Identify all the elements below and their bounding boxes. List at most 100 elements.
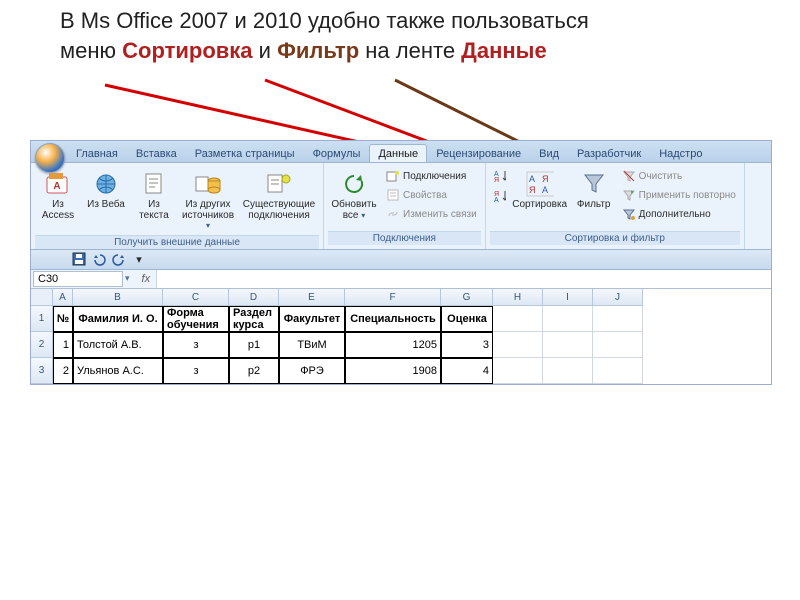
cell[interactable]	[543, 306, 593, 332]
other-sources-icon	[194, 170, 222, 198]
cell[interactable]: 4	[441, 358, 493, 384]
cell[interactable]	[493, 306, 543, 332]
properties-button[interactable]: Свойства	[382, 186, 481, 204]
cell[interactable]: Форма обучения	[163, 306, 229, 332]
col-header-F[interactable]: F	[345, 289, 441, 306]
ribbon-tab-6[interactable]: Вид	[530, 144, 568, 162]
select-all-corner[interactable]	[31, 289, 53, 306]
namebox-dropdown-icon[interactable]: ▾	[125, 273, 136, 284]
cell[interactable]	[543, 358, 593, 384]
cell[interactable]	[593, 306, 643, 332]
sort-za-icon: ЯА	[492, 189, 506, 203]
filter-button[interactable]: Фильтр	[572, 167, 616, 212]
qat-dropdown-icon[interactable]: ▾	[131, 251, 147, 267]
cell[interactable]	[593, 332, 643, 358]
cell[interactable]: 3	[441, 332, 493, 358]
advanced-icon	[622, 207, 636, 221]
funnel-icon	[580, 170, 608, 198]
cell[interactable]: 1908	[345, 358, 441, 384]
ribbon-tab-3[interactable]: Формулы	[304, 144, 370, 162]
group-getdata-label: Получить внешние данные	[35, 235, 319, 249]
ribbon-tab-7[interactable]: Разработчик	[568, 144, 650, 162]
sort-za-button[interactable]: ЯА	[490, 187, 508, 205]
row-header[interactable]: 2	[31, 332, 53, 358]
advanced-filter-button[interactable]: Дополнительно	[618, 205, 740, 223]
col-header-A[interactable]: A	[53, 289, 73, 306]
cell[interactable]: р1	[229, 332, 279, 358]
ribbon-tab-5[interactable]: Рецензирование	[427, 144, 530, 162]
cell[interactable]: Специальность	[345, 306, 441, 332]
sort-button[interactable]: АЯЯА Сортировка	[510, 167, 570, 212]
clear-icon	[622, 169, 636, 183]
refresh-all-button[interactable]: Обновить все ▾	[328, 167, 380, 222]
redo-icon[interactable]	[111, 251, 127, 267]
connections-button[interactable]: Подключения	[382, 167, 481, 185]
ribbon-tab-1[interactable]: Вставка	[127, 144, 186, 162]
reapply-filter-button[interactable]: Применить повторно	[618, 186, 740, 204]
slide-caption: В Ms Office 2007 и 2010 удобно также пол…	[60, 6, 760, 65]
from-other-button[interactable]: Из других источников ▾	[179, 167, 237, 233]
sort-az-button[interactable]: АЯ	[490, 167, 508, 185]
connections-icon	[386, 169, 400, 183]
clear-filter-button[interactable]: Очистить	[618, 167, 740, 185]
row-header[interactable]: 1	[31, 306, 53, 332]
col-header-E[interactable]: E	[279, 289, 345, 306]
edit-links-button[interactable]: Изменить связи	[382, 205, 481, 223]
col-header-H[interactable]: H	[493, 289, 543, 306]
quick-access-toolbar: ▾	[31, 250, 771, 270]
ribbon-tab-8[interactable]: Надстро	[650, 144, 711, 162]
cell[interactable]: 2	[53, 358, 73, 384]
from-other-label: Из других источников ▾	[182, 200, 234, 232]
links-icon	[386, 207, 400, 221]
cell[interactable]: Раздел курса	[229, 306, 279, 332]
connections-col: Подключения Свойства Изменить связи	[382, 167, 481, 223]
cell[interactable]: р2	[229, 358, 279, 384]
sort-az-icon: АЯ	[492, 169, 506, 183]
save-icon[interactable]	[71, 251, 87, 267]
cell[interactable]: з	[163, 332, 229, 358]
ribbon-tab-2[interactable]: Разметка страницы	[186, 144, 304, 162]
name-box[interactable]	[33, 271, 123, 287]
sort-az-col: АЯ ЯА	[490, 167, 508, 205]
cell[interactable]: Ульянов А.С.	[73, 358, 163, 384]
cell[interactable]: ТВиМ	[279, 332, 345, 358]
col-header-J[interactable]: J	[593, 289, 643, 306]
reapply-icon	[622, 188, 636, 202]
svg-text:А: А	[529, 174, 535, 184]
caption-sort-word: Сортировка	[122, 38, 252, 63]
col-header-C[interactable]: C	[163, 289, 229, 306]
undo-icon[interactable]	[91, 251, 107, 267]
cell[interactable]: Фамилия И. О.	[73, 306, 163, 332]
cell[interactable]: Оценка	[441, 306, 493, 332]
cell[interactable]: з	[163, 358, 229, 384]
cell[interactable]: Факультет	[279, 306, 345, 332]
cell[interactable]: 1205	[345, 332, 441, 358]
fx-icon[interactable]: fx	[136, 273, 157, 285]
cell[interactable]: №	[53, 306, 73, 332]
cell[interactable]	[593, 358, 643, 384]
from-text-label: Из текста	[134, 200, 174, 221]
formula-input[interactable]	[156, 270, 771, 288]
from-web-button[interactable]: Из Веба	[83, 167, 129, 212]
cell[interactable]	[493, 332, 543, 358]
access-icon: A	[44, 170, 72, 198]
col-header-D[interactable]: D	[229, 289, 279, 306]
ribbon-tab-0[interactable]: Главная	[67, 144, 127, 162]
cell[interactable]: Толстой А.В.	[73, 332, 163, 358]
cell[interactable]: 1	[53, 332, 73, 358]
from-text-button[interactable]: Из текста	[131, 167, 177, 222]
cell[interactable]	[543, 332, 593, 358]
refresh-icon	[340, 170, 368, 198]
col-header-B[interactable]: B	[73, 289, 163, 306]
col-header-G[interactable]: G	[441, 289, 493, 306]
col-header-I[interactable]: I	[543, 289, 593, 306]
existing-conn-icon	[265, 170, 293, 198]
row-header[interactable]: 3	[31, 358, 53, 384]
group-get-external-data: A Из Access Из Веба Из текста Из других …	[31, 163, 324, 249]
cell[interactable]	[493, 358, 543, 384]
existing-conn-button[interactable]: Существующие подключения	[239, 167, 319, 222]
from-access-button[interactable]: A Из Access	[35, 167, 81, 222]
caption-on: на ленте	[359, 38, 461, 63]
ribbon-tab-4[interactable]: Данные	[369, 144, 427, 162]
cell[interactable]: ФРЭ	[279, 358, 345, 384]
